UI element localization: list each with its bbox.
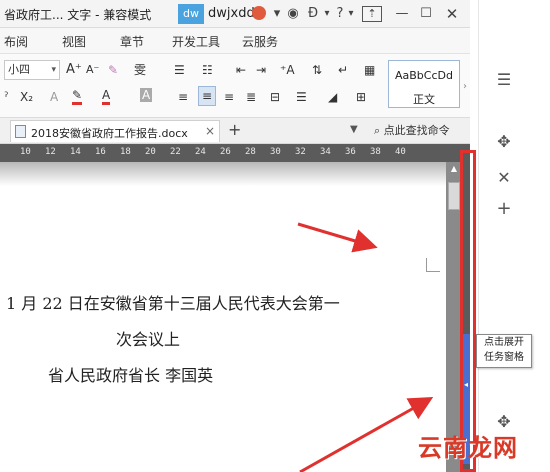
command-search[interactable]: ⌕ 点此查找命令 <box>374 122 450 138</box>
menu-review[interactable]: 布阅 <box>4 33 28 50</box>
document-line[interactable]: 省人民政府省长 李国英 <box>48 362 213 386</box>
share-icon[interactable]: Ð <box>304 4 322 24</box>
document-line[interactable]: 次会议上 <box>116 326 180 350</box>
dropdown-arrow-icon[interactable]: ▾ <box>270 4 284 24</box>
highlight-box <box>460 150 476 472</box>
page-gap <box>0 162 446 186</box>
list-icon[interactable]: ☰ <box>489 70 519 89</box>
ruler-tick-label: 34 <box>320 147 331 157</box>
character-shading-icon[interactable]: A <box>140 88 153 102</box>
style-normal[interactable]: AaBbCcDd 正文 <box>388 60 460 108</box>
bullet-list-icon[interactable]: ☰ <box>174 61 185 79</box>
move-icon[interactable]: ✥ <box>489 132 519 151</box>
share-dropdown-icon[interactable]: ▾ <box>322 4 332 24</box>
ruler-tick-label: 18 <box>120 147 131 157</box>
shading-icon[interactable]: ◢ <box>328 88 337 106</box>
close-window-icon[interactable]: ✕ <box>442 4 462 24</box>
ruler-tick-label: 14 <box>70 147 81 157</box>
style-sample: AaBbCcDd <box>395 69 453 82</box>
pin-ribbon-icon[interactable]: ⇡ <box>362 6 382 22</box>
minimize-icon[interactable]: — <box>392 4 412 24</box>
paragraph-mark-icon[interactable]: ↵ <box>338 61 348 79</box>
align-center-icon[interactable]: ≡ <box>198 86 217 106</box>
highlight-color-icon[interactable]: ✎ <box>72 88 83 105</box>
tooltip: 点击展开 任务窗格 <box>476 334 532 368</box>
new-tab-icon[interactable]: + <box>228 120 241 139</box>
title-bar: 省政府工... 文字 - 兼容模式 dw dwjxdd ▾ ◉ Ð ▾ ? ▾ … <box>0 0 470 28</box>
ruler-tick-label: 16 <box>95 147 106 157</box>
ruler-tick-label: 10 <box>20 147 31 157</box>
align-left-icon[interactable]: ≡ <box>178 88 188 106</box>
help-icon[interactable]: ? <box>334 4 346 24</box>
grow-font-icon[interactable]: A⁺ <box>66 61 82 79</box>
help-dropdown-icon[interactable]: ▾ <box>346 4 356 24</box>
tooltip-line: 任务窗格 <box>484 352 524 363</box>
tab-document-label: 2018安徽省政府工作报告.docx <box>31 127 188 140</box>
justify-icon[interactable]: ≣ <box>246 88 256 106</box>
ruler-tick-label: 12 <box>45 147 56 157</box>
chevron-right-icon[interactable]: › <box>463 78 467 96</box>
close-tab-icon[interactable]: × <box>205 124 215 138</box>
menu-bar: 布阅 视图 章节 开发工具 云服务 <box>0 28 470 54</box>
ruler-tick-label: 36 <box>345 147 356 157</box>
user-name[interactable]: dwjxdd <box>208 6 255 21</box>
add-icon[interactable]: + <box>489 198 519 219</box>
filter-icon[interactable]: ▼ <box>350 124 358 135</box>
shrink-font-icon[interactable]: A⁻ <box>86 61 99 79</box>
command-search-label: 点此查找命令 <box>383 124 450 137</box>
menu-cloud-service[interactable]: 云服务 <box>242 33 278 50</box>
superscript-icon[interactable]: ˀ <box>4 88 8 106</box>
sort-icon[interactable]: ⇅ <box>312 61 322 79</box>
tab-bar: 2018安徽省政府工作报告.docx × + ▼ ⌕ 点此查找命令 <box>0 118 470 144</box>
document-page[interactable]: 1 月 22 日在安徽省第十三届人民代表大会第一 次会议上 省人民政府省长 李国… <box>0 162 446 472</box>
ruler-tick-label: 20 <box>145 147 156 157</box>
ruler-tick-label: 32 <box>295 147 306 157</box>
borders-icon[interactable]: ⊞ <box>356 88 366 106</box>
decrease-indent-icon[interactable]: ⇤ <box>236 61 246 79</box>
account-badge[interactable]: dw <box>178 4 204 24</box>
search-icon: ⌕ <box>374 124 381 137</box>
ruler-tick-label: 28 <box>245 147 256 157</box>
line-spacing-icon[interactable]: ☰ <box>296 88 307 106</box>
tab-document[interactable]: 2018安徽省政府工作报告.docx × <box>10 120 220 142</box>
ruler-tick-label: 24 <box>195 147 206 157</box>
phonetic-guide-icon[interactable]: 雯 <box>134 61 146 79</box>
document-line[interactable]: 1 月 22 日在安徽省第十三届人民代表大会第一 <box>6 290 340 314</box>
menu-developer-tools[interactable]: 开发工具 <box>172 33 220 50</box>
ruler-tick-label: 30 <box>270 147 281 157</box>
ruler-tick-label: 22 <box>170 147 181 157</box>
menu-view[interactable]: 视图 <box>62 33 86 50</box>
ruler-tick-label: 38 <box>370 147 381 157</box>
menu-section[interactable]: 章节 <box>120 33 144 50</box>
font-size-select[interactable]: 小四 ▾ <box>4 60 60 80</box>
distributed-icon[interactable]: ⊟ <box>270 88 280 106</box>
ruler-tick-label: 40 <box>395 147 406 157</box>
clear-format-icon[interactable]: ✎ <box>108 61 118 79</box>
horizontal-ruler[interactable]: 10 12 14 16 18 20 22 24 26 28 30 32 34 36 38 40 <box>0 144 462 162</box>
maximize-icon[interactable]: ☐ <box>416 4 436 24</box>
close-icon[interactable]: ✕ <box>489 168 519 187</box>
ruler-tick-label: 26 <box>220 147 231 157</box>
text-effect-icon[interactable]: A <box>50 88 58 106</box>
tooltip-line: 点击展开 <box>484 337 524 348</box>
subscript-icon[interactable]: X₂ <box>20 88 33 106</box>
document-icon <box>15 125 26 138</box>
window-title: 省政府工... 文字 - 兼容模式 <box>4 8 152 22</box>
font-style-icon[interactable]: ⁺A <box>280 61 295 79</box>
chevron-down-icon: ▾ <box>51 65 56 75</box>
table-grid-icon[interactable]: ▦ <box>364 61 375 79</box>
font-color-icon[interactable]: A <box>102 88 111 105</box>
increase-indent-icon[interactable]: ⇥ <box>256 61 266 79</box>
numbered-list-icon[interactable]: ☷ <box>202 61 213 79</box>
skin-icon[interactable]: ◉ <box>284 4 302 24</box>
style-name: 正文 <box>413 93 435 106</box>
avatar[interactable] <box>252 6 266 20</box>
font-size-value: 小四 <box>8 63 30 76</box>
ribbon-toolbar: 小四 ▾ A⁺ A⁻ ✎ 雯 ☰ ☷ ⇤ ⇥ ⁺A ⇅ ↵ ▦ ˀ X₂ A ✎… <box>0 54 470 118</box>
margin-corner-mark <box>426 258 440 272</box>
scrollbar-thumb[interactable] <box>448 182 460 210</box>
task-pane: ☰ ✥ ✕ + ✥ <box>478 0 550 472</box>
align-right-icon[interactable]: ≡ <box>224 88 234 106</box>
site-watermark: 云南龙网 <box>418 434 518 462</box>
